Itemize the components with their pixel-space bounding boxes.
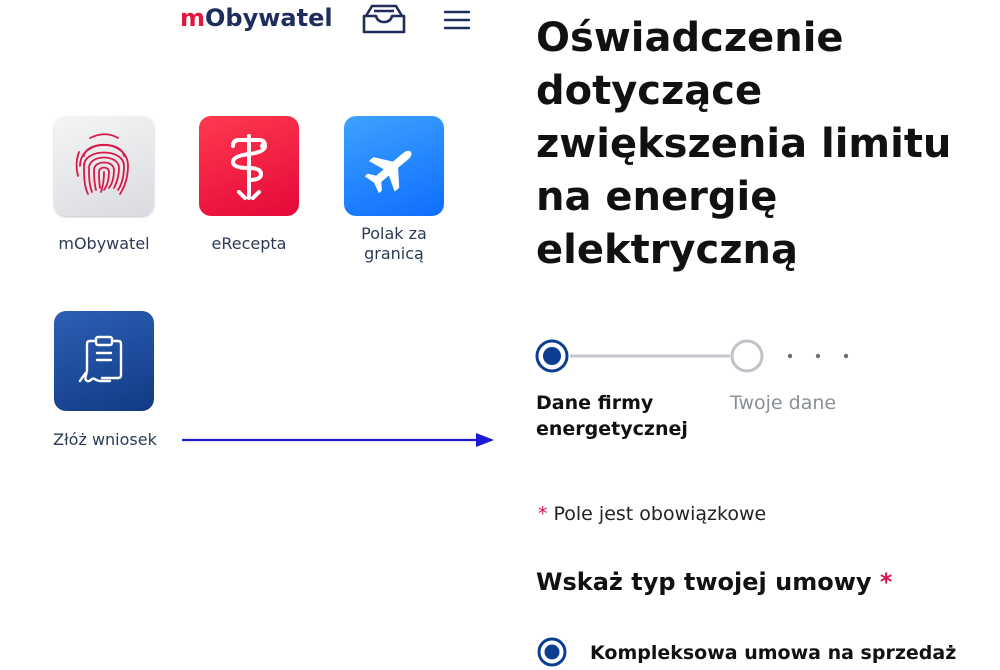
- radio-label-kompleksowa: Kompleksowa umowa na sprzedaż: [590, 642, 957, 664]
- tile-label-polak-line2: granicą: [364, 244, 424, 263]
- tile-zloz-wniosek[interactable]: [54, 311, 154, 411]
- tile-label-erecepta: eRecepta: [211, 234, 287, 253]
- tile-erecepta[interactable]: [199, 116, 299, 216]
- logo-prefix: m: [180, 4, 206, 32]
- pointer-arrow: [182, 433, 494, 447]
- step-2-indicator: [730, 339, 764, 373]
- fingerprint-icon: [75, 133, 129, 195]
- form-title: Oświadczenie dotyczące zwiększenia limit…: [536, 15, 952, 273]
- question-required-asterisk: *: [879, 568, 893, 596]
- logo-text: Obywatel: [205, 4, 333, 32]
- question-text: Wskaż typ twojej umowy: [536, 568, 872, 596]
- inbox-icon[interactable]: [360, 2, 408, 36]
- tile-polak-za-granica[interactable]: [344, 116, 444, 216]
- required-note: * Pole jest obowiązkowe: [538, 503, 766, 525]
- step-1-indicator: [535, 339, 569, 373]
- radio-selected-icon[interactable]: [536, 636, 568, 668]
- tile-mobywatel[interactable]: [54, 116, 154, 216]
- step-label-dane-firmy: Dane firmy energetycznej: [536, 392, 688, 440]
- signed-document-icon: [78, 335, 123, 383]
- tile-label-zloz-wniosek: Złóż wniosek: [53, 430, 157, 449]
- progress-stepper: [535, 339, 849, 373]
- airplane-icon: [364, 150, 412, 194]
- required-note-text: Pole jest obowiązkowe: [553, 503, 767, 525]
- tile-label-polak: Polak za granicą: [334, 224, 454, 264]
- tile-label-polak-line1: Polak za: [361, 224, 427, 243]
- menu-icon[interactable]: [442, 8, 472, 32]
- question-heading: Wskaż typ twojej umowy *: [536, 568, 892, 596]
- step-label-twoje-dane: Twoje dane: [730, 392, 837, 414]
- tile-label-mobywatel: mObywatel: [58, 234, 150, 253]
- caduceus-icon: [231, 134, 267, 200]
- required-asterisk: *: [538, 503, 548, 525]
- app-logo: mObywatel: [180, 4, 333, 32]
